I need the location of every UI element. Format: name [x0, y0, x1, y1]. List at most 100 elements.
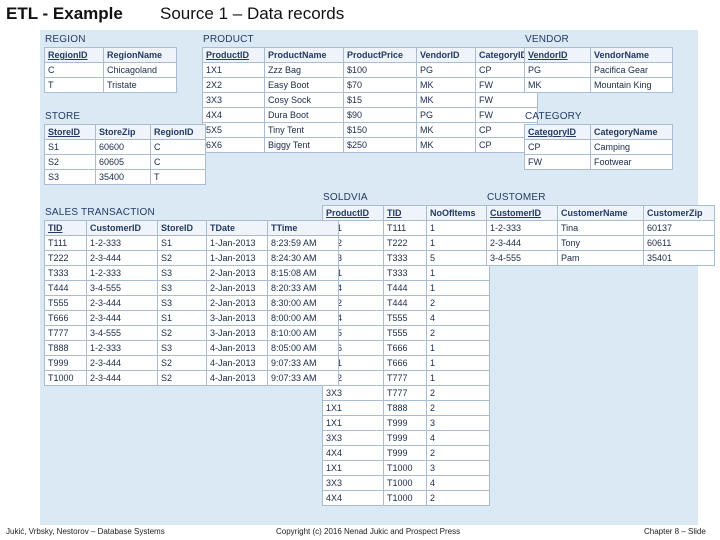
table-row: PG Pacifica Gear: [524, 62, 673, 78]
table-row: 3X3 T777 2: [322, 385, 490, 401]
table-header-row: CustomerID CustomerName CustomerZip: [486, 205, 715, 221]
table-row: 4X4 T999 2: [322, 445, 490, 461]
table-cell: T333: [383, 265, 427, 281]
column-header: CustomerID: [86, 220, 158, 236]
table-row: CP Camping: [524, 139, 673, 155]
table-cell: 4-Jan-2013: [206, 370, 268, 386]
table-cell: 9:07:33 AM: [267, 370, 339, 386]
region-table: REGION RegionID RegionName C Chicagoland T Tri…: [44, 34, 177, 93]
table-cell: S1: [44, 139, 96, 155]
table-cell: T999: [44, 355, 87, 371]
table-row: T666 2-3-444 S1 3-Jan-2013 8:00:00 AM: [44, 310, 339, 326]
slide-title-sub: Source 1 – Data records: [160, 4, 345, 23]
category-table-caption: CATEGORY: [525, 111, 582, 122]
footer-authors: Jukić, Vrbsky, Nestorov – Database Syste…: [6, 527, 165, 536]
table-cell: 60611: [643, 235, 715, 251]
table-cell: 2-Jan-2013: [206, 280, 268, 296]
customer-table: CUSTOMER CustomerID CustomerName CustomerZi…: [486, 192, 715, 266]
table-row: 2-3-444 Tony 60611: [486, 235, 715, 251]
footer-slide-number: Chapter 8 – Slide: [644, 527, 706, 536]
table-cell: PG: [416, 107, 476, 123]
table-cell: T666: [383, 355, 427, 371]
customer-table-caption: CUSTOMER: [487, 192, 546, 203]
table-cell: MK: [416, 137, 476, 153]
table-cell: 3-Jan-2013: [206, 325, 268, 341]
table-row: 1X1 Zzz Bag $100 PG CP: [202, 62, 538, 78]
table-cell: S3: [157, 280, 207, 296]
column-header: CustomerID: [486, 205, 558, 221]
table-row: 1X1T3331: [322, 265, 490, 281]
table-row: S3 35400 T: [44, 169, 206, 185]
table-row: 1-2-333 Tina 60137: [486, 220, 715, 236]
table-row: T111 1-2-333 S1 1-Jan-2013 8:23:59 AM: [44, 235, 339, 251]
table-cell: 3-4-555: [486, 250, 558, 266]
table-row: T444 3-4-555 S3 2-Jan-2013 8:20:33 AM: [44, 280, 339, 296]
table-cell: T111: [383, 220, 427, 236]
table-row: 1X1T1111: [322, 220, 490, 236]
table-cell: S1: [157, 235, 207, 251]
table-cell: 60605: [95, 154, 151, 170]
table-cell: CP: [524, 139, 591, 155]
region-table-grid: RegionID RegionName C Chicagoland T Tristate: [44, 47, 177, 93]
table-cell: T888: [44, 340, 87, 356]
table-cell: 1X1: [322, 415, 384, 431]
table-cell: T555: [383, 325, 427, 341]
table-cell: 1: [426, 235, 490, 251]
table-header-row: TID CustomerID StoreID TDate TTime: [44, 220, 339, 236]
table-cell: 2-3-444: [86, 295, 158, 311]
soldvia-table-grid: ProductIDTIDNoOfItems1X1T11112X2T22213X3…: [322, 205, 490, 506]
table-cell: T333: [44, 265, 87, 281]
table-cell: MK: [416, 92, 476, 108]
region-table-caption: REGION: [45, 34, 86, 45]
table-row: 4X4T5554: [322, 310, 490, 326]
table-row: C Chicagoland: [44, 62, 177, 78]
table-cell: 3X3: [202, 92, 265, 108]
table-row: 1X1T6661: [322, 355, 490, 371]
table-row: S1 60600 C: [44, 139, 206, 155]
table-cell: 2: [426, 295, 490, 311]
table-cell: 2: [426, 400, 490, 416]
column-header: VendorName: [590, 47, 673, 63]
table-row: 1X1 T1000 3: [322, 460, 490, 476]
table-cell: 8:10:00 AM: [267, 325, 339, 341]
column-header: TDate: [206, 220, 268, 236]
table-cell: $150: [343, 122, 417, 138]
table-row: S2 60605 C: [44, 154, 206, 170]
table-cell: T777: [383, 370, 427, 386]
column-header: StoreID: [157, 220, 207, 236]
table-row: 1X1 T888 2: [322, 400, 490, 416]
table-cell: 4-Jan-2013: [206, 355, 268, 371]
table-cell: 1X1: [202, 62, 265, 78]
vendor-table-grid: VendorID VendorName PG Pacifica Gear MK Mount…: [524, 47, 673, 93]
table-cell: 1: [426, 340, 490, 356]
column-header: ProductID: [322, 205, 384, 221]
table-cell: S2: [44, 154, 96, 170]
table-row: 4X4 Dura Boot $90 PG FW: [202, 107, 538, 123]
table-row: 1X1 T999 3: [322, 415, 490, 431]
product-table: PRODUCT ProductID ProductName ProductPrice V…: [202, 34, 538, 153]
table-cell: 2-3-444: [86, 370, 158, 386]
table-cell: S2: [157, 250, 207, 266]
table-cell: C: [44, 62, 104, 78]
table-cell: 2-3-444: [86, 310, 158, 326]
table-cell: C: [150, 154, 206, 170]
table-cell: Biggy Tent: [264, 137, 344, 153]
table-row: 6X6 Biggy Tent $250 MK CP: [202, 137, 538, 153]
table-cell: 3X3: [322, 475, 384, 491]
table-row: 5X5 Tiny Tent $150 MK CP: [202, 122, 538, 138]
table-cell: 2-Jan-2013: [206, 295, 268, 311]
table-row: 5X5T5552: [322, 325, 490, 341]
sales-table-grid: TID CustomerID StoreID TDate TTime T111 1-2-33…: [44, 220, 339, 386]
table-cell: T666: [383, 340, 427, 356]
table-cell: T777: [383, 385, 427, 401]
table-header-row: CategoryID CategoryName: [524, 124, 673, 140]
column-header: StoreID: [44, 124, 96, 140]
table-cell: 4X4: [322, 490, 384, 506]
table-cell: Pacifica Gear: [590, 62, 673, 78]
table-cell: 2-3-444: [86, 250, 158, 266]
table-cell: 1-Jan-2013: [206, 235, 268, 251]
table-row: T555 2-3-444 S3 2-Jan-2013 8:30:00 AM: [44, 295, 339, 311]
table-row: T Tristate: [44, 77, 177, 93]
table-cell: MK: [416, 122, 476, 138]
table-cell: T1000: [44, 370, 87, 386]
